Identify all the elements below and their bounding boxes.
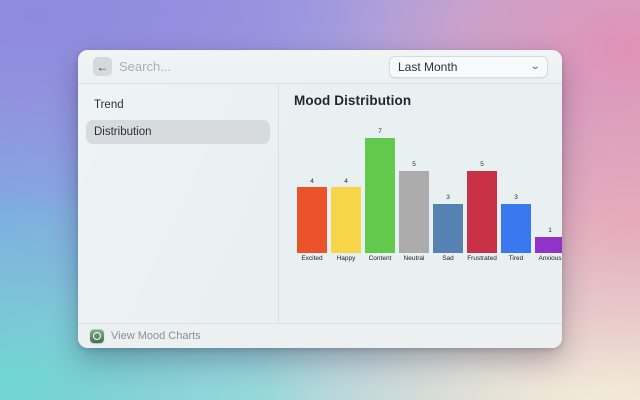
- bar-column-frustrated: 5 Frustrated: [467, 162, 497, 263]
- bar-category-label: Sad: [442, 256, 454, 263]
- window-body: Trend Distribution Mood Distribution 4 Ex…: [78, 84, 562, 323]
- bar-value-label: 4: [310, 179, 314, 186]
- bar-anxious: [535, 237, 562, 254]
- bar-category-label: Anxious: [538, 256, 561, 263]
- bar-column-anxious: 1 Anxious: [535, 228, 562, 263]
- sidebar-item-distribution[interactable]: Distribution: [86, 120, 270, 144]
- bar-category-label: Excited: [301, 256, 322, 263]
- bar-value-label: 3: [514, 195, 518, 202]
- bar-excited: [297, 187, 327, 253]
- bar-value-label: 3: [446, 195, 450, 202]
- dropdown-selected-value: Last Month: [398, 60, 457, 74]
- bar-frustrated: [467, 171, 497, 254]
- chevron-down-icon: ⌄: [529, 62, 540, 72]
- bar-tired: [501, 204, 531, 254]
- bar-value-label: 4: [344, 179, 348, 186]
- bar-content: [365, 138, 395, 254]
- bar-column-content: 7 Content: [365, 129, 395, 263]
- arrow-left-icon: ←: [97, 61, 109, 73]
- bar-value-label: 5: [412, 162, 416, 169]
- circle-glyph: [93, 332, 101, 340]
- page-title: Mood Distribution: [294, 93, 562, 108]
- bar-column-excited: 4 Excited: [297, 179, 327, 264]
- toolbar: ← Last Month ⌄: [78, 50, 562, 84]
- bar-column-sad: 3 Sad: [433, 195, 463, 263]
- bar-category-label: Happy: [337, 256, 356, 263]
- bar-happy: [331, 187, 361, 253]
- bar-column-neutral: 5 Neutral: [399, 162, 429, 263]
- bar-value-label: 1: [548, 228, 552, 235]
- search-input[interactable]: [119, 59, 339, 74]
- bar-value-label: 5: [480, 162, 484, 169]
- mood-bar-chart: 4 Excited 4 Happy 7 Content 5 Neutral 3 Sad 5 Frust…: [297, 129, 562, 263]
- bar-category-label: Neutral: [404, 256, 425, 263]
- bar-column-tired: 3 Tired: [501, 195, 531, 263]
- mood-charts-window: ← Last Month ⌄ Trend Distribution Mood D…: [78, 50, 562, 348]
- back-button[interactable]: ←: [93, 57, 112, 76]
- status-bar-label: View Mood Charts: [111, 330, 201, 342]
- mood-charts-app-icon: [90, 329, 104, 343]
- bar-sad: [433, 204, 463, 254]
- time-range-dropdown[interactable]: Last Month ⌄: [389, 56, 548, 78]
- bar-category-label: Tired: [509, 256, 524, 263]
- bar-neutral: [399, 171, 429, 254]
- sidebar: Trend Distribution: [78, 84, 279, 323]
- status-bar: View Mood Charts: [78, 323, 562, 348]
- bar-column-happy: 4 Happy: [331, 179, 361, 264]
- desktop-background: ← Last Month ⌄ Trend Distribution Mood D…: [0, 0, 640, 400]
- bar-value-label: 7: [378, 129, 382, 136]
- bar-category-label: Frustrated: [467, 256, 497, 263]
- search-box: [119, 59, 389, 74]
- main-panel: Mood Distribution 4 Excited 4 Happy 7 Content…: [279, 84, 562, 323]
- bar-category-label: Content: [369, 256, 392, 263]
- sidebar-item-trend[interactable]: Trend: [86, 93, 270, 117]
